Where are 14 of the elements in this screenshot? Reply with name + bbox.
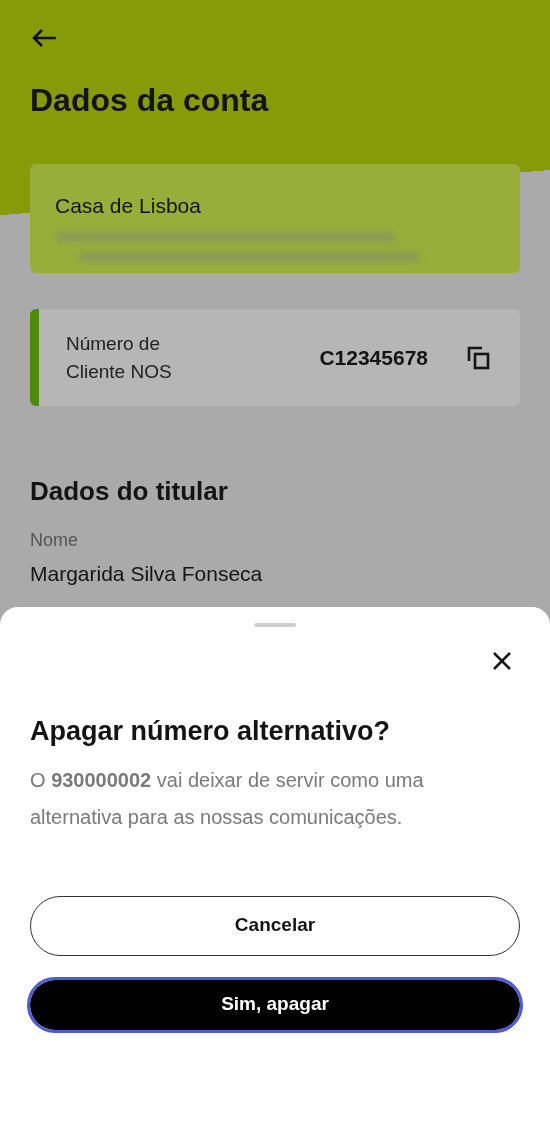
field-value: Margarida Silva Fonseca (30, 561, 264, 587)
client-number: C12345678 (319, 344, 428, 371)
close-icon (492, 651, 512, 671)
account-name: Casa de Lisboa (55, 193, 202, 219)
section-heading: Dados do titular (30, 475, 229, 508)
field-label: Nome (30, 529, 79, 552)
dialog-message: O 930000002 vai deixar de servir como uma alternativa para as nossas comunicações. (30, 767, 425, 830)
back-arrow-icon (30, 28, 58, 48)
page-title: Dados da conta (30, 81, 270, 120)
client-number-label: Número de Cliente NOS (66, 331, 173, 384)
dialog-title: Apagar número alternativo? (30, 715, 392, 748)
cancel-button[interactable]: Cancelar (30, 895, 520, 956)
drag-handle[interactable] (254, 623, 296, 627)
confirm-button[interactable]: Sim, apagar (30, 979, 520, 1030)
